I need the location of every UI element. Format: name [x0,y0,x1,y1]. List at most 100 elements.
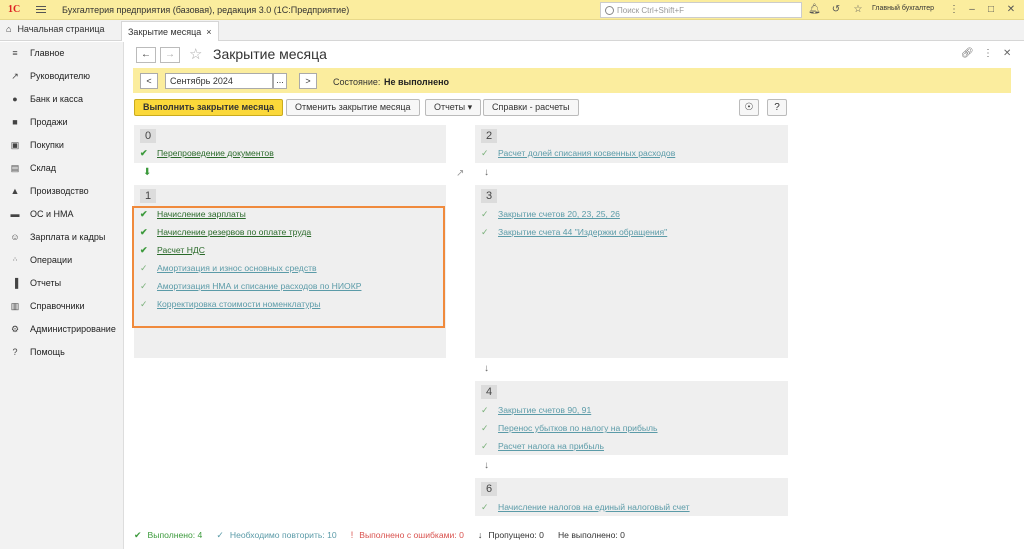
stage-number: 3 [481,189,497,203]
trend-icon: ↗ [11,71,19,81]
person-icon: ☺ [10,232,20,242]
page-title: Закрытие месяца [213,46,327,62]
operation-item[interactable]: ✓ Закрытие счета 44 "Издержки обращения" [481,225,667,239]
status-repeat-label: Необходимо повторить: 10 [229,530,337,540]
favorite-star-icon[interactable]: ☆ [189,45,202,63]
operation-item[interactable]: ✓ Расчет налога на прибыль [481,439,604,453]
period-select-button[interactable]: ... [273,73,287,89]
stage-3: 3 ✓ Закрытие счетов 20, 23, 25, 26 ✓ Закры… [475,185,788,358]
operation-link[interactable]: Расчет долей списания косвенных расходов [498,148,675,158]
sidebar-item-help[interactable]: ? Помощь [0,343,124,361]
period-input[interactable]: Сентябрь 2024 [165,73,273,89]
state-label: Состояние: [333,77,381,87]
search-input[interactable]: Поиск Ctrl+Shift+F [600,2,802,18]
chevron-down-icon: ▾ [467,102,473,112]
period-prev-button[interactable]: < [140,73,158,89]
main-menu-icon[interactable] [36,6,50,13]
sidebar-item-sales[interactable]: ■ Продажи [0,113,124,131]
maximize-icon[interactable]: □ [985,4,997,16]
sidebar-item-label: Зарплата и кадры [30,232,106,242]
down-arrow-icon: ↓ [477,530,483,540]
sidebar-item-assets[interactable]: ▬ ОС и НМА [0,205,124,223]
link-icon[interactable]: 🔗︎ [961,48,974,59]
sidebar-item-reports[interactable]: ▐ Отчеты [0,274,124,292]
close-window-icon[interactable]: ✕ [1005,4,1017,16]
operation-item[interactable]: ✓ Расчет долей списания косвенных расходо… [481,146,675,160]
operation-item[interactable]: ✓ Начисление налогов на единый налоговый … [481,500,690,514]
highlight-frame [132,206,445,328]
current-user[interactable]: Главный бухгалтер [872,5,934,12]
operation-link[interactable]: Начисление налогов на единый налоговый с… [498,502,690,512]
app-title: Бухгалтерия предприятия (базовая), редак… [62,4,350,15]
stage-number: 4 [481,385,497,399]
cancel-month-close-button[interactable]: Отменить закрытие месяца [286,99,420,116]
back-button[interactable]: ← [136,47,156,63]
status-not-done-label: Не выполнено: 0 [557,530,625,540]
sidebar-item-label: Справочники [30,301,85,311]
more-actions-icon[interactable]: ⋮ [983,48,993,59]
state-value: Не выполнено [384,77,450,87]
reports-dropdown-button[interactable]: Отчеты ▾ [425,99,482,116]
pin-icon[interactable]: ↗ [456,168,464,179]
sidebar-item-purchases[interactable]: ▣ Покупки [0,136,124,154]
status-errors-label: Выполнено с ошибками: 0 [359,530,464,540]
status-done[interactable]: ✔ Выполнено: 4 [134,530,202,541]
search-placeholder: Поиск Ctrl+Shift+F [617,5,685,15]
tab-bar: ⌂ Начальная страница Закрытие месяца × [0,20,1024,41]
status-skipped[interactable]: ↓ Пропущено: 0 [478,530,544,540]
star-icon[interactable]: ☆ [852,4,864,16]
sidebar-item-directories[interactable]: ▥ Справочники [0,297,124,315]
box-icon: ▤ [10,163,20,173]
help-calc-button[interactable]: Справки - расчеты [483,99,579,116]
operation-item[interactable]: ✓ Закрытие счетов 20, 23, 25, 26 [481,207,620,221]
help-button[interactable]: ? [767,99,787,116]
sidebar-item-production[interactable]: ▲ Производство [0,182,124,200]
sidebar-item-main[interactable]: ≡ Главное [0,44,124,62]
book-icon: ▥ [10,301,20,311]
down-arrow-icon: ⬇ [143,167,152,178]
check-icon: ✔ [140,147,148,158]
sidebar-item-bank[interactable]: ● Банк и касса [0,90,124,108]
operation-link[interactable]: Перенос убытков по налогу на прибыль [498,423,658,433]
question-icon: ? [12,347,18,357]
operation-link[interactable]: Перепроведение документов [157,148,274,158]
status-not-done[interactable]: Не выполнено: 0 [558,530,625,540]
minimize-icon[interactable]: – [966,4,978,16]
history-icon[interactable]: ↺ [830,4,842,16]
operation-link[interactable]: Закрытие счета 44 "Издержки обращения" [498,227,667,237]
operation-link[interactable]: Расчет налога на прибыль [498,441,604,451]
operation-item[interactable]: ✓ Закрытие счетов 90, 91 [481,403,591,417]
check-icon: ✓ [481,404,489,415]
operation-item[interactable]: ✓ Перенос убытков по налогу на прибыль [481,421,658,435]
sidebar-item-manager[interactable]: ↗ Руководителю [0,67,124,85]
sidebar-item-admin[interactable]: ⚙ Администрирование [0,320,124,338]
sidebar-item-payroll[interactable]: ☺ Зарплата и кадры [0,228,124,246]
down-arrow-icon: ↓ [484,363,489,374]
period-next-button[interactable]: > [299,73,317,89]
close-form-icon[interactable]: ✕ [1003,48,1011,59]
more-icon[interactable]: ⋮ [948,4,960,16]
check-icon: ✓ [481,440,489,451]
stage-number: 2 [481,129,497,143]
sidebar-item-label: Склад [30,163,57,173]
sidebar-item-label: ОС и НМА [30,209,74,219]
status-errors[interactable]: ! Выполнено с ошибками: 0 [351,530,464,540]
operation-link[interactable]: Закрытие счетов 20, 23, 25, 26 [498,209,620,219]
sidebar-item-warehouse[interactable]: ▤ Склад [0,159,124,177]
operation-link[interactable]: Закрытие счетов 90, 91 [498,405,591,415]
stage-number: 6 [481,482,497,496]
status-repeat[interactable]: ✓ Необходимо повторить: 10 [216,530,336,541]
settings-icon[interactable]: ☉ [739,99,759,116]
menu-icon: ≡ [12,48,18,58]
sidebar-item-operations[interactable]: ∴ Операции [0,251,124,269]
search-icon [605,5,614,15]
tab-month-close[interactable]: Закрытие месяца × [121,21,219,41]
run-month-close-button[interactable]: Выполнить закрытие месяца [134,99,283,116]
bell-icon[interactable]: 🔔︎ [808,4,821,16]
tab-home[interactable]: ⌂ Начальная страница [6,24,105,34]
tab-close-icon[interactable]: × [206,27,211,37]
forward-button[interactable]: → [160,47,180,63]
check-icon: ✓ [481,422,489,433]
operation-item[interactable]: ✔ Перепроведение документов [140,146,274,160]
sidebar-item-label: Руководителю [30,71,91,81]
